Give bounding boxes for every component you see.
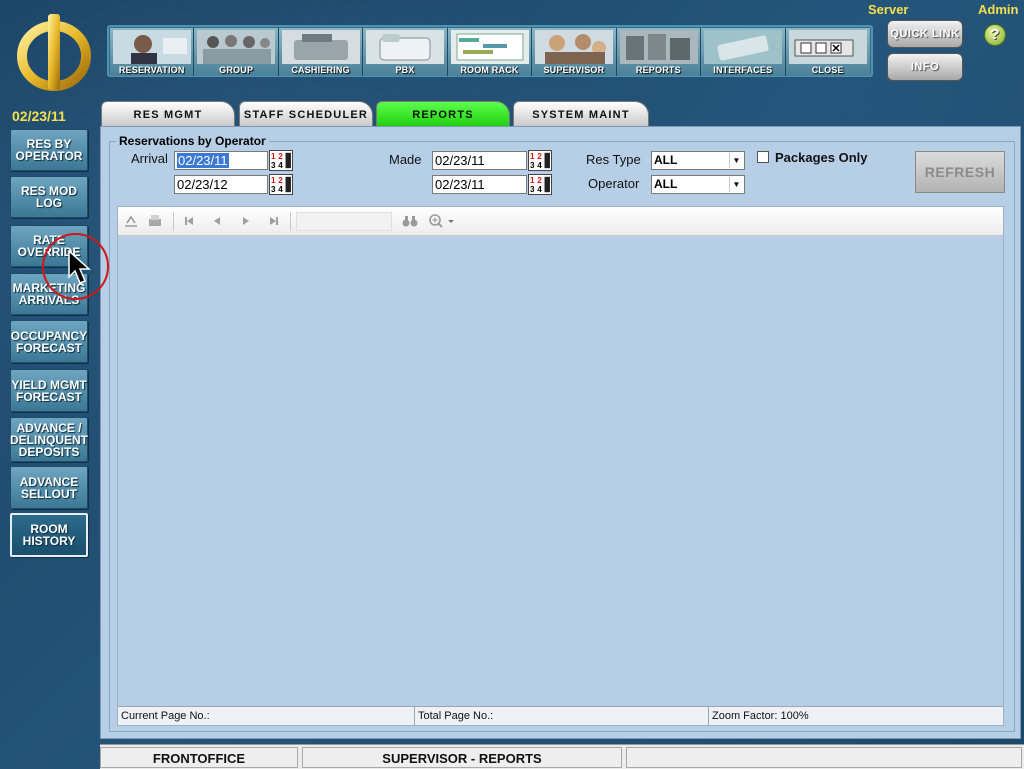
status-screen: SUPERVISOR - REPORTS — [302, 747, 622, 768]
sidebar-item-room-history[interactable]: ROOM HISTORY — [10, 513, 88, 557]
svg-text:3: 3 — [271, 161, 276, 170]
toolbar-reports[interactable]: REPORTS — [616, 28, 702, 76]
res-type-select[interactable]: ALL ▼ — [651, 151, 745, 170]
toolbar-supervisor[interactable]: SUPERVISOR — [532, 28, 617, 76]
sidebar-item-advance-sellout[interactable]: ADVANCE SELLOUT — [10, 466, 88, 509]
company-logo — [17, 14, 91, 91]
calendar-icon[interactable]: 1 23 4 — [269, 150, 293, 171]
res-type-label: Res Type — [586, 152, 641, 167]
toolbar-interfaces[interactable]: INTERFACES — [701, 28, 786, 76]
sidebar-item-yield-mgmt-forecast[interactable]: YIELD MGMT FORECAST — [10, 369, 88, 412]
last-page-icon[interactable] — [266, 214, 282, 228]
viewer-toolbar — [118, 207, 1003, 236]
print-icon[interactable] — [147, 214, 163, 228]
toolbar-group[interactable]: GROUP — [194, 28, 279, 76]
phone-icon — [366, 30, 445, 64]
status-module: FRONTOFFICE — [100, 747, 298, 768]
svg-text:4: 4 — [278, 161, 283, 170]
svg-text:4: 4 — [278, 185, 283, 194]
svg-text:1: 1 — [271, 152, 276, 161]
made-label: Made — [389, 152, 422, 167]
toolbar-pbx[interactable]: PBX — [363, 28, 448, 76]
svg-text:1: 1 — [530, 152, 535, 161]
toolbar-close[interactable]: CLOSE — [785, 28, 870, 76]
toolbar-separator — [290, 212, 291, 231]
main-toolbar: RESERVATION GROUP CASHIERING PBX ROOM RA… — [107, 25, 873, 77]
svg-text:3: 3 — [530, 185, 535, 194]
tab-system-maint[interactable]: SYSTEM MAINT — [513, 101, 649, 126]
zoom-icon[interactable] — [428, 214, 456, 228]
svg-text:3: 3 — [530, 161, 535, 170]
status-extra — [626, 747, 1022, 768]
page-number-input[interactable] — [296, 212, 392, 231]
operator-label: Operator — [588, 176, 640, 191]
svg-text:1: 1 — [530, 176, 535, 185]
current-date: 02/23/11 — [12, 108, 66, 124]
chevron-down-icon: ▼ — [729, 153, 743, 168]
svg-text:4: 4 — [537, 161, 542, 170]
packages-only-label: Packages Only — [775, 150, 868, 165]
mouse-pointer-icon — [68, 250, 91, 284]
toolbar-room-rack[interactable]: ROOM RACK — [447, 28, 533, 76]
help-icon[interactable]: ? — [984, 24, 1006, 46]
previous-page-icon[interactable] — [209, 214, 225, 228]
sidebar-item-advance-delinquent-deposits[interactable]: ADVANCE / DELINQUENT DEPOSITS — [10, 417, 88, 462]
sidebar-item-occupancy-forecast[interactable]: OCCUPANCY FORECAST — [10, 320, 88, 363]
toolbar-reservation[interactable]: RESERVATION — [110, 28, 195, 76]
calendar-icon[interactable]: 1 23 4 — [528, 174, 552, 195]
quick-link-button[interactable]: QUICK LINK — [887, 20, 963, 48]
made-from-input[interactable]: 02/23/11 — [432, 151, 527, 170]
sidebar-item-res-mod-log[interactable]: RES MOD LOG — [10, 176, 88, 218]
tab-reports[interactable]: REPORTS — [376, 101, 510, 126]
arrival-to-input[interactable]: 02/23/12 — [174, 175, 268, 194]
reports-icon — [619, 30, 698, 64]
chevron-down-icon: ▼ — [729, 177, 743, 192]
calendar-icon[interactable]: 1 23 4 — [269, 174, 293, 195]
calendar-icon[interactable]: 1 23 4 — [528, 150, 552, 171]
svg-text:2: 2 — [278, 176, 283, 185]
tab-staff-scheduler[interactable]: STAFF SCHEDULER — [239, 101, 373, 126]
svg-text:2: 2 — [278, 152, 283, 161]
svg-text:3: 3 — [271, 185, 276, 194]
current-page-label: Current Page No.: — [118, 707, 415, 725]
svg-text:2: 2 — [537, 152, 542, 161]
window-close-icon — [788, 30, 867, 64]
interfaces-icon — [704, 30, 783, 64]
arrival-from-input[interactable]: 02/23/11 — [174, 151, 268, 170]
svg-text:1: 1 — [271, 176, 276, 185]
report-viewer: Current Page No.: Total Page No.: Zoom F… — [117, 206, 1004, 726]
report-title: Reservations by Operator — [116, 134, 269, 148]
viewer-status-bar: Current Page No.: Total Page No.: Zoom F… — [118, 706, 1003, 725]
packages-only-checkbox[interactable] — [757, 151, 769, 163]
svg-text:2: 2 — [537, 176, 542, 185]
app-status-bar: FRONTOFFICE SUPERVISOR - REPORTS — [100, 744, 1024, 769]
zoom-factor-label: Zoom Factor: 100% — [712, 710, 809, 722]
made-to-input[interactable]: 02/23/11 — [432, 175, 527, 194]
total-page-label: Total Page No.: — [415, 707, 709, 725]
toolbar-separator — [173, 212, 174, 231]
supervisor-people-icon — [535, 30, 614, 64]
next-page-icon[interactable] — [238, 214, 254, 228]
sidebar-item-res-by-operator[interactable]: RES BY OPERATOR — [10, 129, 88, 171]
first-page-icon[interactable] — [181, 214, 197, 228]
export-icon[interactable] — [123, 214, 139, 228]
info-button[interactable]: INFO — [887, 53, 963, 81]
arrival-label: Arrival — [131, 151, 168, 166]
cash-register-icon — [281, 30, 360, 64]
group-people-icon — [197, 30, 276, 64]
room-grid-icon — [450, 30, 529, 64]
tab-res-mgmt[interactable]: RES MGMT — [101, 101, 235, 126]
toolbar-cashiering[interactable]: CASHIERING — [278, 28, 364, 76]
svg-text:4: 4 — [537, 185, 542, 194]
server-label: Server — [868, 2, 909, 17]
admin-label: Admin — [978, 2, 1019, 17]
operator-select[interactable]: ALL ▼ — [651, 175, 745, 194]
headset-agent-icon — [113, 30, 191, 64]
refresh-button[interactable]: REFRESH — [915, 151, 1005, 193]
binoculars-icon[interactable] — [402, 214, 418, 228]
